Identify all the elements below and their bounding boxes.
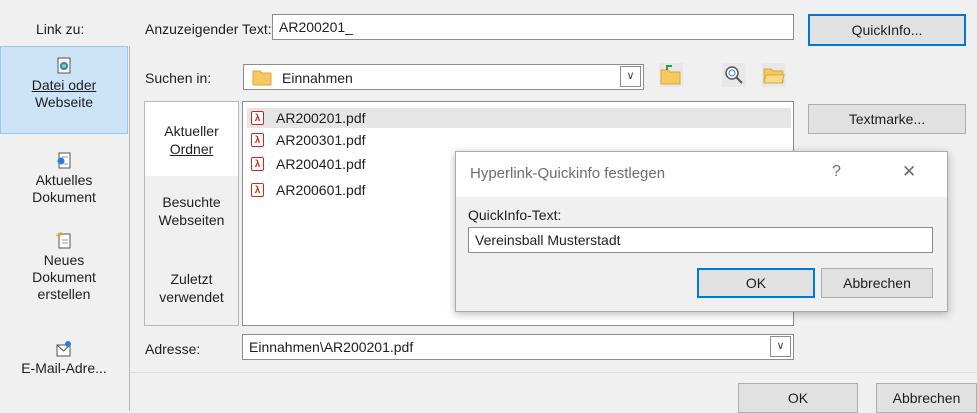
open-folder-icon[interactable]	[762, 63, 786, 87]
search-in-dropdown[interactable]: Einnahmen	[243, 64, 644, 90]
location-visited-webpages[interactable]: Besuchte Webseiten	[145, 193, 238, 229]
sidebar-item-current-document[interactable]: Aktuelles Dokument	[0, 152, 128, 214]
bookmark-button[interactable]: Textmarke...	[808, 104, 966, 134]
pdf-icon: λ	[251, 183, 264, 197]
dialog-cancel-button[interactable]: Abbrechen	[821, 268, 933, 298]
address-label: Adresse:	[145, 341, 201, 357]
help-icon[interactable]: ?	[832, 163, 841, 181]
close-icon[interactable]: ✕	[902, 162, 916, 182]
pdf-icon: λ	[251, 111, 264, 125]
sidebar-item-new-document[interactable]: Neues Dokument erstellen	[0, 232, 128, 312]
dialog-title: Hyperlink-Quickinfo festlegen	[470, 165, 666, 182]
pdf-icon: λ	[251, 157, 264, 171]
quickinfo-text-label: QuickInfo-Text:	[468, 207, 562, 223]
sidebar-item-label: Aktuelles	[35, 172, 93, 188]
quickinfo-text-input[interactable]: Vereinsball Musterstadt	[468, 227, 933, 253]
sidebar-item-label: E-Mail-Adre...	[21, 360, 107, 376]
display-text-label: Anzuzeigender Text:	[145, 21, 272, 37]
email-icon	[56, 341, 71, 357]
quickinfo-dialog: Hyperlink-Quickinfo festlegen ? ✕ QuickI…	[455, 151, 948, 312]
sidebar-item-file-or-webpage[interactable]: Datei oder Webseite	[0, 46, 128, 134]
folder-up-icon[interactable]	[659, 63, 683, 87]
chevron-down-icon[interactable]: ∨	[620, 66, 641, 87]
sidebar-item-label: Dokument	[32, 189, 96, 205]
divider	[130, 372, 977, 373]
pdf-icon: λ	[251, 133, 264, 147]
sidebar-item-label: Dokument	[32, 269, 96, 285]
folder-icon	[252, 70, 272, 86]
sidebar-item-label: erstellen	[37, 286, 91, 302]
quickinfo-button[interactable]: QuickInfo...	[808, 14, 966, 46]
document-link-icon	[57, 152, 71, 169]
sidebar-item-email-address[interactable]: E-Mail-Adre...	[0, 340, 128, 384]
file-globe-icon	[57, 57, 71, 74]
dialog-titlebar: Hyperlink-Quickinfo festlegen ? ✕	[456, 152, 947, 197]
cancel-button[interactable]: Abbrechen	[876, 383, 977, 413]
link-to-sidebar: Link zu: Datei oder Webseite Aktuelles D…	[0, 0, 130, 411]
location-recently-used[interactable]: Zuletzt verwendet	[145, 270, 238, 306]
ok-button[interactable]: OK	[738, 383, 858, 413]
location-current-folder[interactable]: Aktueller Ordner	[145, 102, 238, 176]
display-text-input[interactable]: AR200201_	[272, 14, 794, 40]
link-to-label: Link zu:	[36, 21, 85, 37]
search-in-label: Suchen in:	[145, 70, 212, 86]
sidebar-item-label: Datei oder	[31, 77, 97, 93]
chevron-down-icon[interactable]: ∨	[770, 336, 791, 357]
address-input[interactable]: Einnahmen\AR200201.pdf	[242, 334, 794, 360]
new-document-icon	[55, 232, 71, 249]
browse-web-icon[interactable]	[722, 63, 746, 87]
sidebar-item-label: Webseite	[34, 94, 94, 110]
dialog-ok-button[interactable]: OK	[697, 268, 815, 298]
list-item[interactable]: λ AR200301.pdf	[247, 130, 791, 150]
list-item[interactable]: λ AR200201.pdf	[247, 108, 791, 128]
sidebar-item-label: Neues	[43, 252, 85, 268]
